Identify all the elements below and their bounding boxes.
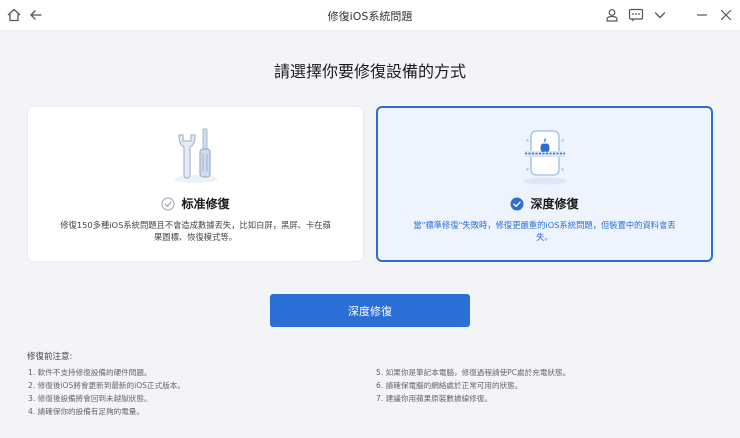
dropdown-icon[interactable] (652, 7, 668, 23)
notes-list-right: 5. 如果你是筆記本電腦，修復過程請使PC處於充電狀態。 6. 請確保電腦的網絡… (376, 366, 570, 405)
unchecked-circle-icon (161, 197, 175, 211)
user-icon[interactable] (604, 7, 620, 23)
title-bar: 修復iOS系統問題 (0, 0, 740, 31)
note-item: 4. 請確保你的設備有足夠的電量。 (28, 407, 144, 416)
close-icon[interactable] (718, 7, 734, 23)
deep-repair-button[interactable]: 深度修復 (270, 294, 470, 327)
minimize-icon[interactable] (694, 7, 710, 23)
standard-repair-title: 标准修復 (28, 195, 363, 212)
phone-scan-icon (522, 130, 567, 185)
deep-repair-card[interactable]: 深度修復 當"標準修復"失敗時，修復更嚴重的iOS系統問題，但裝置中的資料會丟失… (376, 106, 713, 262)
notes-title: 修復前注意: (27, 352, 73, 362)
tools-icon (173, 128, 218, 183)
note-item: 5. 如果你是筆記本電腦，修復過程請使PC處於充電狀態。 (376, 368, 571, 377)
deep-repair-title: 深度修復 (378, 195, 711, 212)
note-item: 2. 修復後iOS將會更新到最新的iOS正式版本。 (28, 381, 185, 390)
deep-repair-label: 深度修復 (530, 197, 579, 211)
page-heading: 請選擇你要修復設備的方式 (273, 62, 466, 81)
standard-repair-label: 标准修復 (181, 197, 230, 211)
note-item: 6. 請確保電腦的網絡處於正常可用的狀態。 (376, 381, 523, 390)
note-item: 3. 修復後設備將會回到未越獄狀態。 (28, 394, 152, 403)
feedback-icon[interactable] (628, 7, 644, 23)
note-item: 7. 建議你用蘋果原裝數據線修復。 (376, 394, 492, 403)
standard-repair-card[interactable]: 标准修復 修復150多種iOS系統問題且不會造成數據丟失，比如白屏，黑屏、卡在蘋… (27, 106, 364, 262)
standard-repair-description: 修復150多種iOS系統問題且不會造成數據丟失，比如白屏，黑屏、卡在蘋果圖標、恢… (60, 220, 331, 242)
notes-list-left: 1. 軟件不支持修復設備的硬件問題。 2. 修復後iOS將會更新到最新的iOS正… (28, 366, 185, 418)
checked-circle-icon (510, 197, 524, 211)
note-item: 1. 軟件不支持修復設備的硬件問題。 (28, 368, 152, 377)
deep-repair-description: 當"標準修復"失敗時，修復更嚴重的iOS系統問題，但裝置中的資料會丟失。 (413, 220, 676, 242)
